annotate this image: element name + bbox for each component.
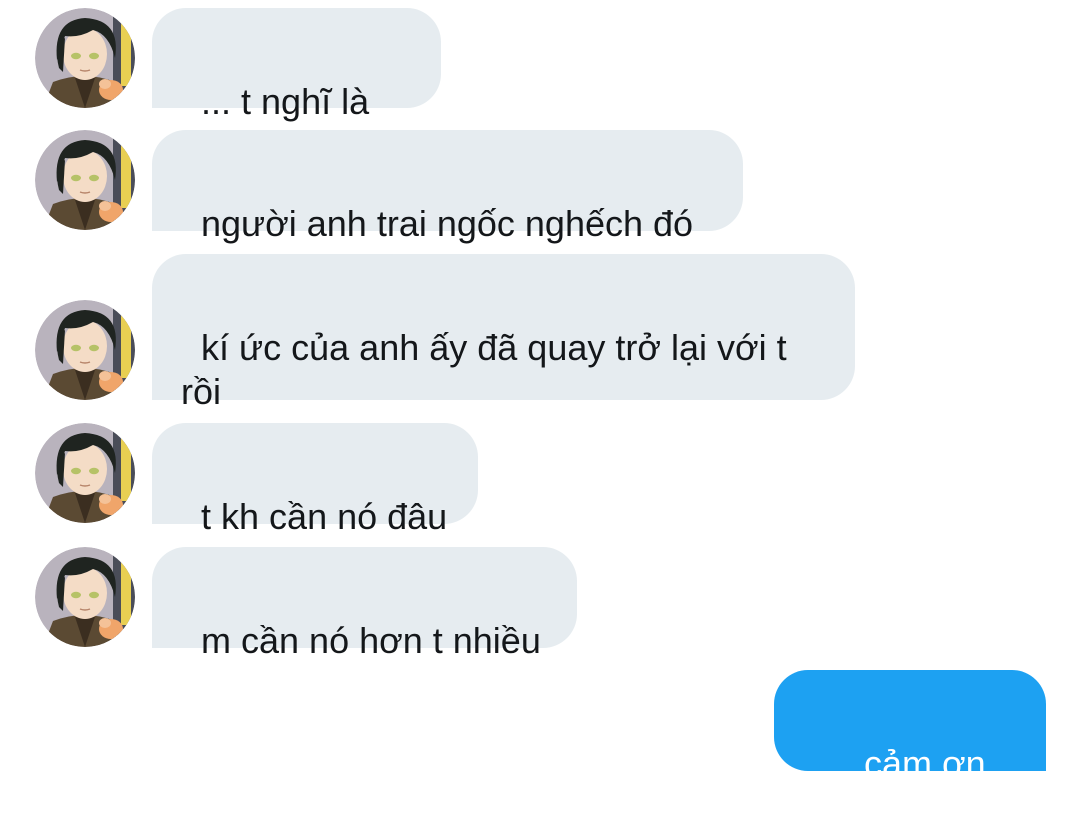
incoming-message-bubble[interactable]: kí ức của anh ấy đã quay trở lại với t r… (152, 254, 855, 412)
avatar-icon (35, 423, 135, 523)
message-text: kí ức của anh ấy đã quay trở lại với t r… (181, 327, 797, 412)
message-text: m cần nó hơn t nhiều (201, 620, 541, 661)
message-text: t kh cần nó đâu (201, 496, 448, 537)
avatar[interactable] (35, 130, 135, 230)
avatar-icon (35, 130, 135, 230)
avatar-icon (35, 547, 135, 647)
incoming-message-bubble[interactable]: ... t nghĩ là kh (152, 8, 441, 166)
message-text: người anh trai ngốc nghếch đó (201, 203, 694, 244)
avatar-icon (35, 300, 135, 400)
incoming-message-bubble[interactable]: t kh cần nó đâu (152, 423, 478, 537)
avatar[interactable] (35, 547, 135, 647)
avatar[interactable] (35, 8, 135, 108)
avatar-icon (35, 8, 135, 108)
outgoing-message-bubble[interactable]: ... cảm ơn m (774, 670, 1046, 828)
incoming-message-bubble[interactable]: người anh trai ngốc nghếch đó (152, 130, 743, 244)
avatar[interactable] (35, 423, 135, 523)
avatar[interactable] (35, 300, 135, 400)
incoming-message-bubble[interactable]: m cần nó hơn t nhiều (152, 547, 577, 661)
message-text: ... cảm ơn m (804, 743, 996, 828)
